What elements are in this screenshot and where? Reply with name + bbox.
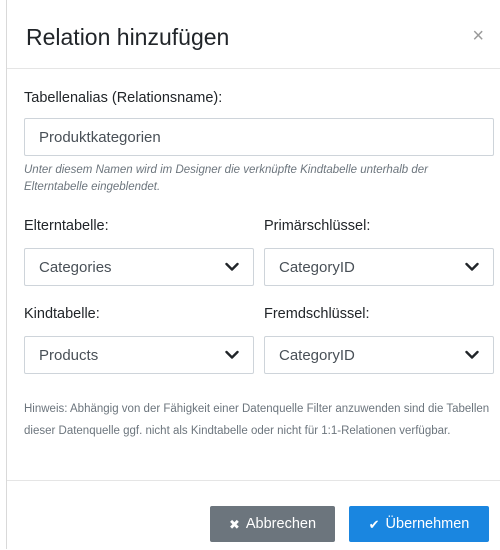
parent-table-value: Categories [39,258,112,276]
parent-table-select[interactable]: Categories [24,248,254,286]
alias-label: Tabellenalias (Relationsname): [24,90,223,106]
foreign-key-select[interactable]: CategoryID [264,336,494,374]
apply-button[interactable]: ✔ Übernehmen [349,506,489,542]
foreign-key-value: CategoryID [279,346,355,364]
alias-input-value: Produktkategorien [39,128,161,146]
apply-button-label: Übernehmen [385,516,470,532]
dialog-header: Relation hinzufügen × [7,0,500,69]
close-icon[interactable]: × [468,24,488,48]
alias-hint: Unter diesem Namen wird im Designer die … [24,164,428,193]
chevron-down-icon [225,262,239,271]
foreign-key-label: Fremdschlüssel: [264,306,370,322]
primary-key-select[interactable]: CategoryID [264,248,494,286]
parent-table-label: Elterntabelle: [24,218,109,234]
x-icon: ✖ [228,516,240,532]
child-table-label: Kindtabelle: [24,306,100,322]
primary-key-label: Primärschlüssel: [264,218,371,234]
relation-dialog: Relation hinzufügen × Tabellenalias (Rel… [6,0,500,549]
cancel-button-label: Abbrechen [245,516,317,532]
cancel-button[interactable]: ✖ Abbrechen [210,506,335,542]
info-note: Hinweis: Abhängig von der Fähigkeit eine… [24,403,490,437]
dialog-title: Relation hinzufügen [26,24,230,50]
child-table-value: Products [39,346,99,364]
alias-input[interactable]: Produktkategorien [24,118,494,156]
primary-key-value: CategoryID [279,258,355,276]
chevron-down-icon [225,350,239,359]
child-table-select[interactable]: Products [24,336,254,374]
chevron-down-icon [465,262,479,271]
dialog-footer: ✖ Abbrechen ✔ Übernehmen [7,480,500,550]
chevron-down-icon [465,350,479,359]
check-icon: ✔ [368,516,380,532]
